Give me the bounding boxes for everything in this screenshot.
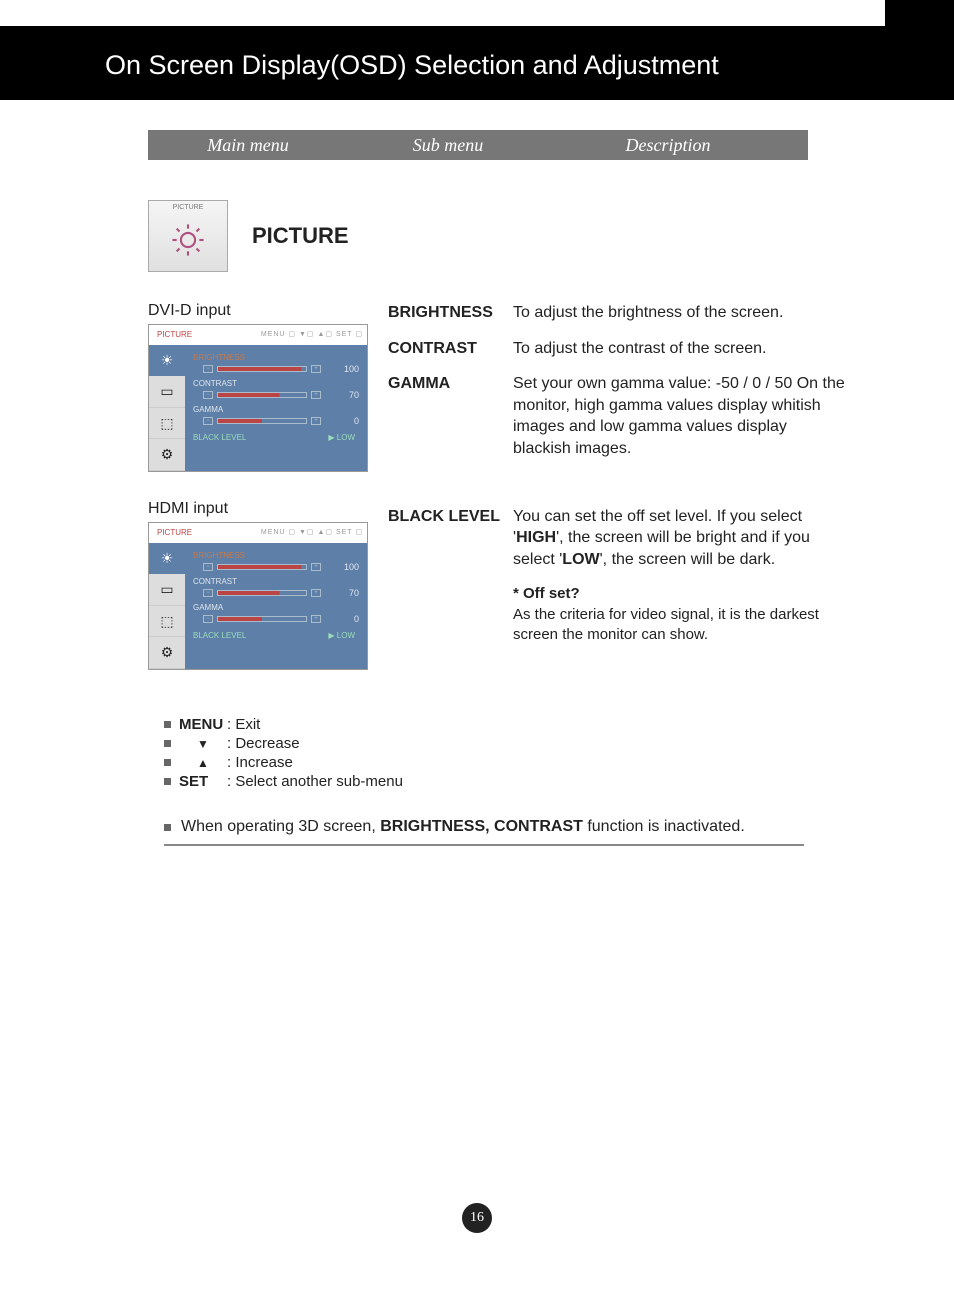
def-gamma-term: GAMMA bbox=[388, 373, 513, 459]
osd-contrast-value: 70 bbox=[349, 588, 359, 598]
legend-set-label: SET bbox=[179, 773, 227, 790]
def-contrast: CONTRAST To adjust the contrast of the s… bbox=[388, 338, 848, 360]
col-description: Description bbox=[568, 135, 768, 156]
osd-gamma-label: GAMMA bbox=[193, 405, 359, 414]
osd-tab-tracking: ⬚ bbox=[149, 606, 185, 638]
osd-blacklevel-label: BLACK LEVEL bbox=[193, 433, 246, 442]
osd-tab-setup: ⚙ bbox=[149, 637, 185, 669]
def-blacklevel: BLACK LEVEL You can set the off set leve… bbox=[388, 506, 848, 646]
button-legend: MENU: Exit ▼: Decrease ▲: Increase SET: … bbox=[164, 716, 954, 790]
def-brightness-term: BRIGHTNESS bbox=[388, 302, 513, 324]
offset-note-body: As the criteria for video signal, it is … bbox=[513, 605, 848, 646]
osd-tab-color: ▭ bbox=[149, 574, 185, 606]
page-header: On Screen Display(OSD) Selection and Adj… bbox=[0, 0, 954, 100]
up-triangle-icon: ▲ bbox=[179, 756, 227, 770]
osd-header-title: PICTURE bbox=[157, 528, 192, 537]
osd-tab-picture: ☀ bbox=[149, 345, 185, 376]
legend-up-desc: : Increase bbox=[227, 754, 293, 771]
down-triangle-icon: ▼ bbox=[179, 737, 227, 751]
picture-icon: PICTURE bbox=[148, 200, 228, 272]
brightness-icon bbox=[171, 223, 205, 257]
osd-tab-color: ▭ bbox=[149, 376, 185, 408]
def-gamma: GAMMA Set your own gamma value: -50 / 0 … bbox=[388, 373, 848, 459]
def-contrast-term: CONTRAST bbox=[388, 338, 513, 360]
osd-tab-setup: ⚙ bbox=[149, 439, 185, 471]
osd-brightness-label: BRIGHTNESS bbox=[193, 353, 359, 362]
def-blacklevel-term: BLACK LEVEL bbox=[388, 506, 513, 646]
osd-brightness-label: BRIGHTNESS bbox=[193, 551, 359, 560]
def-gamma-desc: Set your own gamma value: -50 / 0 / 50 O… bbox=[513, 373, 848, 459]
osd-header-title: PICTURE bbox=[157, 330, 192, 339]
osd-header-buttons: MENU ▢ ▼▢ ▲▢ SET ▢ bbox=[261, 523, 363, 543]
offset-note-title: * Off set? bbox=[513, 584, 848, 604]
picture-heading-row: PICTURE PICTURE bbox=[148, 200, 954, 272]
osd-contrast-value: 70 bbox=[349, 390, 359, 400]
def-contrast-desc: To adjust the contrast of the screen. bbox=[513, 338, 848, 360]
osd-sidebar: ☀ ▭ ⬚ ⚙ bbox=[149, 345, 185, 471]
page-title: On Screen Display(OSD) Selection and Adj… bbox=[105, 50, 719, 81]
osd-gamma-label: GAMMA bbox=[193, 603, 359, 612]
def-brightness: BRIGHTNESS To adjust the brightness of t… bbox=[388, 302, 848, 324]
osd-blacklevel-label: BLACK LEVEL bbox=[193, 631, 246, 640]
osd-tab-tracking: ⬚ bbox=[149, 408, 185, 440]
osd-brightness-value: 100 bbox=[344, 562, 359, 572]
osd-contrast-label: CONTRAST bbox=[193, 379, 359, 388]
column-header-bar: Main menu Sub menu Description bbox=[148, 130, 808, 160]
osd-contrast-label: CONTRAST bbox=[193, 577, 359, 586]
osd-gamma-value: 0 bbox=[354, 416, 359, 426]
osd-tab-picture: ☀ bbox=[149, 543, 185, 574]
osd-brightness-value: 100 bbox=[344, 364, 359, 374]
legend-down-desc: : Decrease bbox=[227, 735, 300, 752]
osd-gamma-value: 0 bbox=[354, 614, 359, 624]
osd-header-buttons: MENU ▢ ▼▢ ▲▢ SET ▢ bbox=[261, 325, 363, 345]
footnote-3d: When operating 3D screen, BRIGHTNESS, CO… bbox=[164, 818, 804, 846]
legend-menu-label: MENU bbox=[179, 716, 227, 733]
osd-blacklevel-value: ▶ LOW bbox=[328, 433, 355, 442]
osd-blacklevel-value: ▶ LOW bbox=[328, 631, 355, 640]
col-sub-menu: Sub menu bbox=[348, 135, 548, 156]
legend-set-desc: : Select another sub-menu bbox=[227, 773, 403, 790]
dvi-input-label: DVI-D input bbox=[148, 302, 378, 320]
legend-menu-desc: : Exit bbox=[227, 716, 260, 733]
picture-icon-label: PICTURE bbox=[173, 204, 204, 211]
osd-screenshot-hdmi: PICTURE MENU ▢ ▼▢ ▲▢ SET ▢ ☀ ▭ ⬚ ⚙ BRIGH… bbox=[148, 522, 368, 670]
def-brightness-desc: To adjust the brightness of the screen. bbox=[513, 302, 848, 324]
osd-screenshot-dvi: PICTURE MENU ▢ ▼▢ ▲▢ SET ▢ ☀ ▭ ⬚ ⚙ BRIGH… bbox=[148, 324, 368, 472]
hdmi-input-label: HDMI input bbox=[148, 500, 378, 518]
picture-title: PICTURE bbox=[252, 223, 349, 249]
osd-sidebar: ☀ ▭ ⬚ ⚙ bbox=[149, 543, 185, 669]
page-number: 16 bbox=[462, 1203, 492, 1233]
col-main-menu: Main menu bbox=[148, 135, 348, 156]
def-blacklevel-desc: You can set the off set level. If you se… bbox=[513, 506, 848, 646]
